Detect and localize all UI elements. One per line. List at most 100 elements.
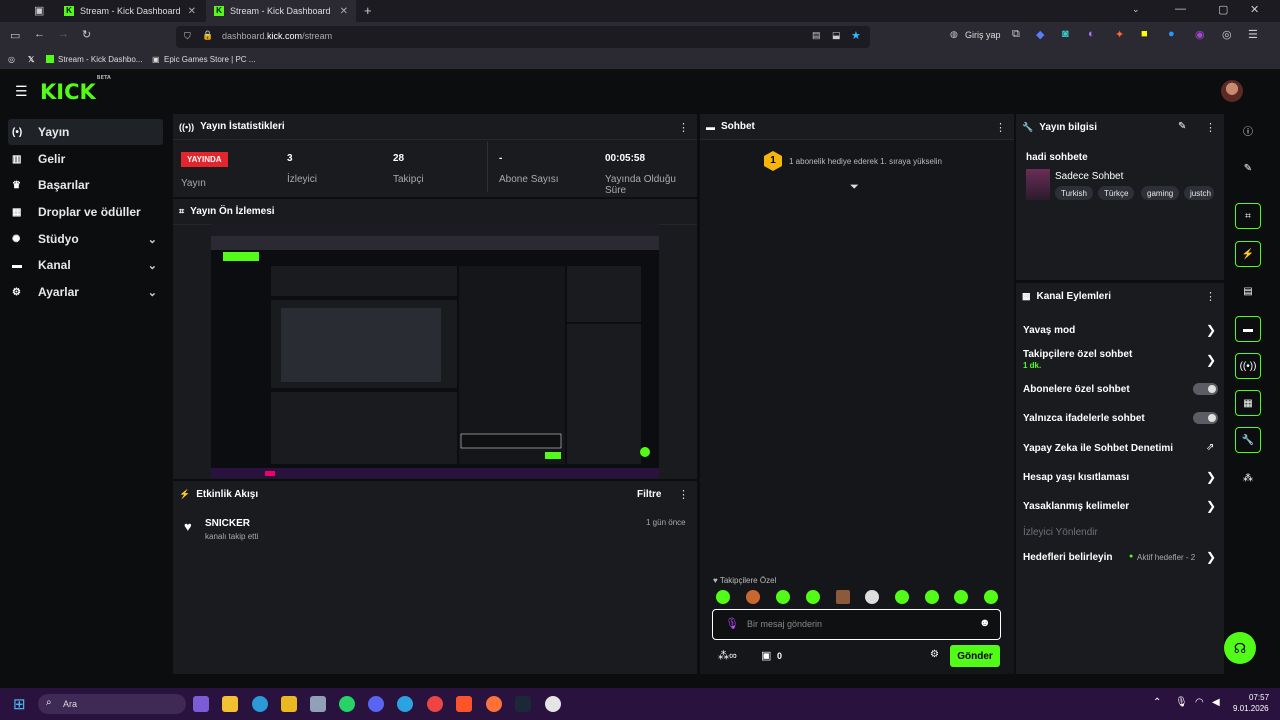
info-icon[interactable]: ⓘ: [1235, 117, 1261, 143]
extension-icon[interactable]: ◎: [1222, 28, 1232, 41]
wrench-icon[interactable]: 🔧: [1235, 427, 1261, 453]
sidebar-item-droplar[interactable]: ▦ Droplar ve ödüller: [8, 199, 163, 225]
shield-icon[interactable]: ⛉: [184, 31, 191, 42]
new-tab-icon[interactable]: +: [364, 3, 372, 18]
emote-icon[interactable]: [925, 590, 939, 604]
emote-chat-toggle[interactable]: [1193, 412, 1218, 424]
ai-moderation-label[interactable]: Yapay Zeka ile Sohbet Denetimi: [1023, 443, 1173, 454]
clock-date[interactable]: 9.01.2026: [1233, 704, 1269, 713]
tag[interactable]: Türkçe: [1098, 186, 1135, 200]
window-close-icon[interactable]: ✕: [1250, 3, 1259, 16]
browser-tab-1[interactable]: K Stream - Kick Dashboard ✕: [56, 0, 204, 22]
extension-icon[interactable]: ◆: [1036, 28, 1044, 41]
more-options-icon[interactable]: ⋮: [995, 121, 1006, 134]
extension-icon[interactable]: ◐: [1088, 28, 1095, 40]
sidebar-item-ayarlar[interactable]: ⚙ Ayarlar ⌄: [8, 279, 163, 305]
emote-icon[interactable]: [776, 590, 790, 604]
microphone-icon[interactable]: 🎙: [725, 617, 739, 630]
banned-words-label[interactable]: Yasaklanmış kelimeler: [1023, 501, 1129, 512]
slow-mode-label[interactable]: Yavaş mod: [1023, 325, 1075, 336]
telegram-icon[interactable]: [397, 696, 413, 712]
chat-settings-icon[interactable]: ⚙: [930, 649, 939, 660]
hamburger-menu-icon[interactable]: ☰: [15, 83, 28, 100]
edit-icon[interactable]: ✎: [1178, 121, 1186, 132]
url-bar[interactable]: ⛉ 🔒 dashboard.kick.com/stream ▤ ⬓ ★: [176, 26, 870, 48]
chevron-right-icon[interactable]: ❯: [1206, 550, 1216, 564]
binance-icon[interactable]: [281, 696, 297, 712]
close-tab-icon[interactable]: ✕: [188, 6, 196, 17]
tag[interactable]: gaming: [1141, 186, 1180, 200]
chevron-down-icon[interactable]: ⌄: [1132, 4, 1140, 15]
send-button[interactable]: Gönder: [950, 645, 1000, 667]
emote-icon[interactable]: [716, 590, 730, 604]
channel-points-icon[interactable]: ⁂∞: [718, 649, 737, 662]
app-icon[interactable]: [193, 696, 209, 712]
stream-preview-video[interactable]: [211, 224, 659, 478]
firefox-icon[interactable]: [486, 696, 502, 712]
sidebar-item-kanal[interactable]: ▬ Kanal ⌄: [8, 252, 163, 278]
firefox-view-icon[interactable]: ◎: [8, 55, 15, 64]
bookmark-epic[interactable]: Epic Games Store | PC ...: [164, 55, 255, 64]
emote-icon[interactable]: [865, 590, 879, 604]
subs-chat-toggle[interactable]: [1193, 383, 1218, 395]
chrome-icon[interactable]: [427, 696, 443, 712]
support-headset-icon[interactable]: ☊: [1224, 632, 1256, 664]
bookmark-star-icon[interactable]: ★: [851, 29, 861, 42]
clock-time[interactable]: 07:57: [1249, 693, 1269, 702]
activity-user[interactable]: SNICKER: [205, 518, 250, 529]
tab-list-icon[interactable]: ▣: [34, 4, 44, 17]
windows-start-icon[interactable]: ⊞: [13, 695, 26, 713]
extension-icon[interactable]: ◉: [1195, 28, 1205, 41]
lock-icon[interactable]: 🔒: [202, 30, 213, 41]
emote-icon[interactable]: [746, 590, 760, 604]
lightning-icon[interactable]: ⚡: [1235, 241, 1261, 267]
notes-icon[interactable]: ▤: [1235, 278, 1261, 304]
screenshot-icon[interactable]: ⬓: [832, 30, 841, 41]
external-link-icon[interactable]: ⇗: [1206, 442, 1214, 453]
kick-logo[interactable]: KICKBETA: [40, 75, 111, 104]
gift-icon[interactable]: ▣: [761, 649, 771, 662]
reader-icon[interactable]: ▤: [812, 30, 821, 41]
emote-icon[interactable]: [836, 590, 850, 604]
maximize-icon[interactable]: ▢: [1218, 3, 1228, 16]
pin-collapse-icon[interactable]: ⏷: [850, 181, 859, 194]
sidebar-item-yayin[interactable]: (•) Yayın: [8, 119, 163, 145]
chevron-up-icon[interactable]: ⌃: [1153, 697, 1161, 708]
more-options-icon[interactable]: ⋮: [1205, 290, 1216, 303]
chat-icon[interactable]: ▬: [1235, 316, 1261, 342]
sidebar-item-studyo[interactable]: ✺ Stüdyo ⌄: [8, 226, 163, 252]
more-options-icon[interactable]: ⋮: [678, 488, 689, 501]
close-tab-icon[interactable]: ✕: [340, 6, 348, 17]
emote-icon[interactable]: [806, 590, 820, 604]
points-icon[interactable]: ⁂: [1235, 465, 1261, 491]
emote-icon[interactable]: [984, 590, 998, 604]
broadcast-icon[interactable]: ((•)): [1235, 353, 1261, 379]
emote-icon[interactable]: [895, 590, 909, 604]
emoji-picker-icon[interactable]: ☻: [979, 617, 991, 629]
brave-icon[interactable]: [456, 696, 472, 712]
sidebar-item-basarilar[interactable]: ♛ Başarılar: [8, 172, 163, 198]
bookmark-kick[interactable]: Stream - Kick Dashbo...: [58, 55, 142, 64]
filter-button[interactable]: Filtre: [637, 489, 661, 500]
wifi-icon[interactable]: ◠: [1195, 697, 1204, 708]
chevron-right-icon[interactable]: ❯: [1206, 470, 1216, 484]
minimize-icon[interactable]: —: [1175, 3, 1186, 15]
avatar[interactable]: [1221, 80, 1243, 102]
layout-icon[interactable]: ▦: [1235, 390, 1261, 416]
extension-icon[interactable]: ✦: [1115, 28, 1124, 41]
chat-message-input[interactable]: 🎙 Bir mesaj gönderin ☻: [712, 609, 1001, 640]
volume-icon[interactable]: ◀: [1212, 697, 1220, 708]
clip-icon[interactable]: ⌗: [1235, 203, 1261, 229]
signin-button[interactable]: Giriş yap: [965, 30, 1001, 40]
account-age-label[interactable]: Hesap yaşı kısıtlaması: [1023, 472, 1129, 483]
edge-icon[interactable]: [252, 696, 268, 712]
back-icon[interactable]: ←: [34, 28, 45, 40]
browser-tab-2[interactable]: K Stream - Kick Dashboard ✕: [206, 0, 356, 22]
microphone-icon[interactable]: 🎙: [1175, 697, 1188, 708]
menu-icon[interactable]: ☰: [1248, 28, 1258, 41]
tag[interactable]: Turkish: [1055, 186, 1093, 200]
steam-icon[interactable]: [515, 696, 531, 712]
reload-icon[interactable]: ↻: [82, 28, 91, 41]
more-options-icon[interactable]: ⋮: [1205, 121, 1216, 134]
tag[interactable]: justch: [1184, 186, 1214, 200]
